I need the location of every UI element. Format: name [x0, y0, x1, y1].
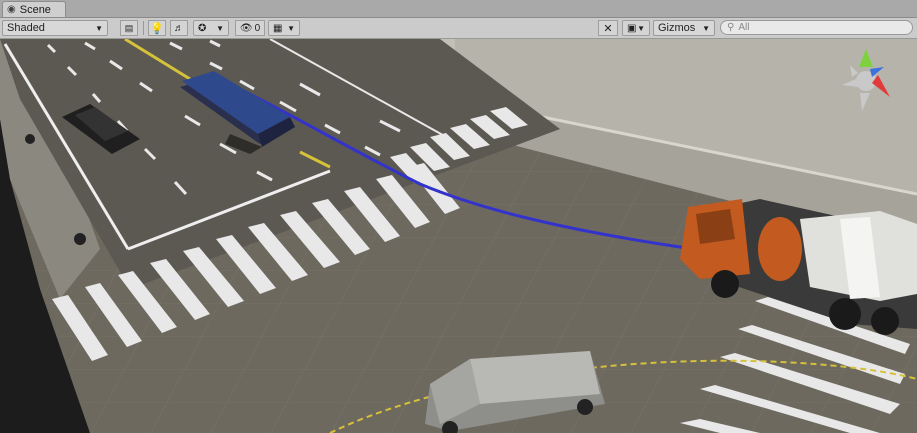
effects-dropdown[interactable]: ✪ ▼: [193, 20, 229, 36]
chevron-down-icon: ▼: [95, 23, 103, 33]
camera-icon: ▣: [627, 22, 637, 34]
scene-icon: ◉: [7, 4, 16, 15]
hidden-count: 0: [254, 22, 261, 34]
chevron-down-icon: ▼: [216, 23, 224, 33]
lightbulb-icon: 💡: [150, 22, 164, 35]
grid-dropdown[interactable]: ▦ ▼: [268, 20, 300, 36]
scene-render[interactable]: [0, 39, 917, 433]
lighting-button[interactable]: 💡: [148, 20, 166, 36]
search-placeholder: All: [738, 22, 750, 33]
gizmos-dropdown[interactable]: Gizmos ▼: [653, 20, 715, 36]
tab-bar: ◉ Scene: [0, 0, 917, 18]
scene-view[interactable]: [0, 39, 917, 433]
tab-scene-label: Scene: [19, 3, 51, 16]
effects-icon: ✪: [198, 22, 207, 34]
2d-toggle-button[interactable]: ▤: [120, 20, 138, 36]
chevron-down-icon: ▼: [637, 23, 645, 33]
tab-scene[interactable]: ◉ Scene: [2, 1, 66, 17]
tools-icon: ✕: [603, 22, 613, 35]
tools-button[interactable]: ✕: [598, 20, 618, 36]
chevron-down-icon: ▼: [702, 23, 710, 33]
shading-mode-label: Shaded: [7, 22, 45, 34]
shading-mode-dropdown[interactable]: Shaded ▼: [2, 20, 108, 36]
visibility-icon: 👁: [239, 22, 253, 34]
audio-icon: ♬: [174, 22, 184, 34]
search-icon: ⚲: [727, 22, 735, 33]
grid-icon: ▦: [273, 22, 283, 34]
scene-toolbar: Shaded ▼ ▤ 💡 ♬ ✪ ▼ 👁 0 ▦ ▼ ✕ ▣ ▼ Gizmos …: [0, 18, 917, 39]
hidden-objects-toggle[interactable]: 👁 0: [235, 20, 265, 36]
2d-toggle-icon: ▤: [124, 22, 134, 33]
camera-dropdown[interactable]: ▣ ▼: [622, 20, 650, 36]
gizmos-label: Gizmos: [658, 22, 696, 34]
search-input[interactable]: ⚲ All: [720, 20, 913, 35]
audio-button[interactable]: ♬: [170, 20, 188, 36]
chevron-down-icon: ▼: [287, 23, 295, 33]
